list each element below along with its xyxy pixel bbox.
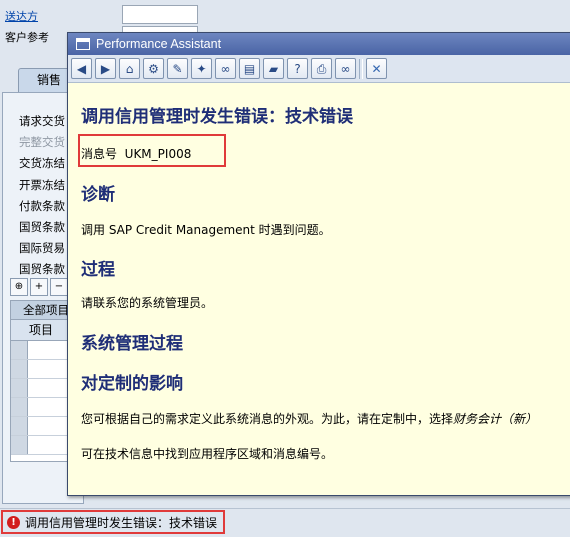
procedure-heading: 过程 <box>81 260 115 280</box>
procedure-text: 请联系您的系统管理员。 <box>81 296 214 310</box>
link-icon[interactable]: ∞ <box>215 58 236 79</box>
diagnosis-heading: 诊断 <box>81 185 115 205</box>
binoculars-icon[interactable]: ∞ <box>335 58 356 79</box>
status-message[interactable]: ! 调用信用管理时发生错误：技术错误 <box>1 510 225 534</box>
toolbar: ◀ ▶ ⌂ ⚙ ✎ ✦ ∞ ▤ ▰ ? ⎙ ∞ ✕ <box>68 55 570 83</box>
print-icon[interactable]: ⎙ <box>311 58 332 79</box>
window-title: Performance Assistant <box>96 37 222 51</box>
table-row[interactable] <box>11 341 71 360</box>
table-title: 全部项目 <box>11 301 71 320</box>
customizing-heading: 对定制的影响 <box>81 374 183 394</box>
insert-row-icon[interactable]: + <box>30 278 48 296</box>
home-icon[interactable]: ⌂ <box>119 58 140 79</box>
table-row[interactable] <box>11 379 71 398</box>
help-icon[interactable]: ? <box>287 58 308 79</box>
customizing-text-main: 您可根据自己的需求定义此系统消息的外观。为此，请在定制中，选择 <box>81 412 454 426</box>
page-title: 调用信用管理时发生错误：技术错误 <box>81 107 353 127</box>
diagnosis-text: 调用 SAP Credit Management 时遇到问题。 <box>81 223 331 237</box>
customizing-path[interactable]: 财务会计（新） <box>453 412 537 426</box>
message-number-label: 消息号 <box>81 147 118 161</box>
table-row[interactable] <box>11 360 71 379</box>
back-icon[interactable]: ◀ <box>71 58 92 79</box>
table-row[interactable] <box>11 417 71 436</box>
message-number: 消息号 UKM_PI008 <box>81 145 191 162</box>
toolbar-separator <box>359 58 363 79</box>
items-table: 全部项目 项目 <box>10 300 72 462</box>
technical-info-icon[interactable]: ⚙ <box>143 58 164 79</box>
error-icon: ! <box>7 515 20 529</box>
wand-icon[interactable]: ✦ <box>191 58 212 79</box>
help-content: 调用信用管理时发生错误：技术错误 消息号 UKM_PI008 诊断 调用 SAP… <box>68 84 570 495</box>
table-toolbar: ⊕ + − <box>10 278 68 296</box>
sysadmin-procedure-heading: 系统管理过程 <box>81 334 183 354</box>
status-text: 调用信用管理时发生错误：技术错误 <box>25 515 218 530</box>
delete-row-icon[interactable]: − <box>50 278 68 296</box>
ship-to-link[interactable]: 送达方 <box>5 8 38 24</box>
bookmark-icon[interactable]: ▰ <box>263 58 284 79</box>
window-icon <box>76 38 90 50</box>
column-header-item[interactable]: 项目 <box>11 320 71 341</box>
table-row[interactable] <box>11 436 71 455</box>
title-bar[interactable]: Performance Assistant <box>68 33 570 55</box>
customer-reference-label: 客户参考 <box>5 31 49 44</box>
performance-assistant-window: Performance Assistant ◀ ▶ ⌂ ⚙ ✎ ✦ ∞ ▤ ▰ … <box>67 32 570 496</box>
message-number-value: UKM_PI008 <box>124 147 192 161</box>
close-icon[interactable]: ✕ <box>366 58 387 79</box>
book-icon[interactable]: ▤ <box>239 58 260 79</box>
edit-icon[interactable]: ✎ <box>167 58 188 79</box>
forward-icon[interactable]: ▶ <box>95 58 116 79</box>
zoom-icon[interactable]: ⊕ <box>10 278 28 296</box>
table-row[interactable] <box>11 398 71 417</box>
ship-to-input[interactable] <box>122 5 198 24</box>
technical-info-text: 可在技术信息中找到应用程序区域和消息编号。 <box>81 447 334 461</box>
customizing-text: 您可根据自己的需求定义此系统消息的外观。为此，请在定制中，选择财务会计（新） <box>81 410 537 427</box>
